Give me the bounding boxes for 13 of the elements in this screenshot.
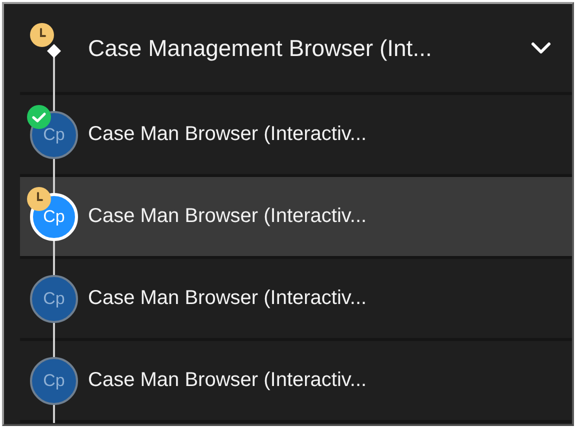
avatar: Cp [30, 357, 78, 405]
diamond-icon [47, 44, 61, 58]
step-row[interactable]: Cp Case Man Browser (Interactiv... [20, 259, 572, 338]
avatar: Cp [30, 275, 78, 323]
step-row[interactable]: Cp Case Man Browser (Interactiv... [20, 177, 572, 256]
step-label: Case Man Browser (Interactiv... [88, 123, 367, 146]
step-label: Case Man Browser (Interactiv... [88, 205, 367, 228]
step-label: Case Man Browser (Interactiv... [88, 287, 367, 310]
step-row[interactable]: Cp Case Man Browser (Interactiv... [20, 95, 572, 174]
step-label: Case Man Browser (Interactiv... [88, 369, 367, 392]
step-row[interactable]: Cp Case Man Browser (Interactiv... [20, 341, 572, 420]
chevron-down-icon[interactable] [530, 41, 552, 55]
header-title: Case Management Browser (Int... [88, 34, 433, 62]
